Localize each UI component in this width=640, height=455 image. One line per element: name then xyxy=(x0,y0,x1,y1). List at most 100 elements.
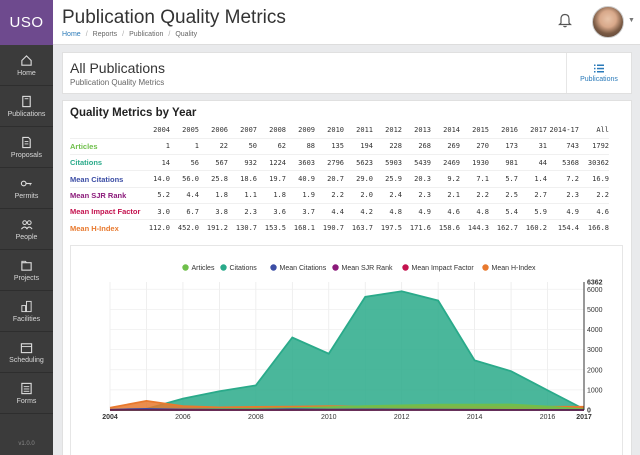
table-cell: 4.8 xyxy=(389,207,402,216)
table-cell: 4.6 xyxy=(447,207,460,216)
table-cell: 40.9 xyxy=(298,175,315,184)
table-cell: 4.4 xyxy=(331,207,344,216)
column-header: 2009 xyxy=(298,125,315,134)
legend-label: Mean Impact Factor xyxy=(412,265,475,272)
legend-label: Articles xyxy=(192,265,215,272)
column-header: 2006 xyxy=(211,125,228,134)
y-tick-label: 2000 xyxy=(587,367,603,374)
sidebar-item-people[interactable]: People xyxy=(0,209,53,250)
y-tick-label: 6000 xyxy=(587,287,603,294)
table-cell: 197.5 xyxy=(380,224,402,233)
sidebar: USO Home Publications Proposals Permits … xyxy=(0,0,53,455)
table-cell: 56 xyxy=(190,158,199,167)
column-header: 2004 xyxy=(153,125,170,134)
series-area xyxy=(110,291,584,410)
breadcrumb-home-link[interactable]: Home xyxy=(62,31,81,38)
table-cell: 5368 xyxy=(562,158,579,167)
table-cell: 158.6 xyxy=(438,224,460,233)
publications-button[interactable]: Publications xyxy=(566,53,631,93)
legend-swatch xyxy=(270,264,277,271)
table-cell: 5.2 xyxy=(157,191,170,200)
table-cell: 7.2 xyxy=(566,175,579,184)
table-cell: 1.8 xyxy=(215,191,228,200)
table-cell: 88 xyxy=(306,142,315,151)
calendar-icon xyxy=(20,342,33,353)
table-cell: 4.9 xyxy=(418,207,431,216)
table-cell: 162.7 xyxy=(496,224,518,233)
table-cell: 2.2 xyxy=(596,191,609,200)
table-cell: 5623 xyxy=(356,158,373,167)
table-cell: 20.7 xyxy=(327,175,344,184)
app-version: v1.0.0 xyxy=(18,441,35,447)
x-tick-label: 2006 xyxy=(175,414,191,421)
table-cell: 567 xyxy=(215,158,228,167)
table-cell: 5.7 xyxy=(505,175,518,184)
column-header: 2005 xyxy=(182,125,199,134)
table-cell: 1.9 xyxy=(302,191,315,200)
sidebar-item-scheduling[interactable]: Scheduling xyxy=(0,332,53,373)
sidebar-item-label: Publications xyxy=(7,110,46,118)
table-cell: 5.9 xyxy=(534,207,547,216)
table-cell: 3.6 xyxy=(273,207,286,216)
table-cell: 4.4 xyxy=(186,191,199,200)
sidebar-item-forms[interactable]: Forms xyxy=(0,373,53,414)
table-cell: 173 xyxy=(505,142,518,151)
list-icon xyxy=(594,64,604,72)
breadcrumb-current: Quality xyxy=(175,31,198,38)
column-header: All xyxy=(596,125,609,134)
table-cell: 5439 xyxy=(414,158,431,167)
table-cell: 153.5 xyxy=(264,224,286,233)
table-cell: 25.8 xyxy=(211,175,228,184)
publications-button-label: Publications xyxy=(580,75,618,83)
sidebar-item-projects[interactable]: Projects xyxy=(0,250,53,291)
column-header: 2011 xyxy=(356,125,373,134)
breadcrumb: Home / Reports / Publication / Quality xyxy=(62,31,198,38)
sidebar-item-facilities[interactable]: Facilities xyxy=(0,291,53,332)
table-cell: 4.2 xyxy=(360,207,373,216)
legend-label: Mean H-Index xyxy=(492,265,536,272)
column-header: 2014-17 xyxy=(549,125,579,134)
table-cell: 2.3 xyxy=(244,207,257,216)
bell-icon[interactable] xyxy=(558,12,572,28)
chart-container: 2004 2006 2008 2010 2012 2014 2016 2017 0 1000 200… xyxy=(70,245,623,455)
legend-label: Mean Citations xyxy=(280,265,327,272)
app-logo[interactable]: USO xyxy=(0,0,53,45)
row-label: Mean H-Index xyxy=(70,223,119,233)
column-header: 2015 xyxy=(472,125,489,134)
sidebar-item-label: Facilities xyxy=(12,315,41,323)
x-tick-label: 2016 xyxy=(540,414,556,421)
sidebar-item-proposals[interactable]: Proposals xyxy=(0,127,53,168)
row-label: Articles xyxy=(70,141,98,151)
sidebar-item-permits[interactable]: Permits xyxy=(0,168,53,209)
column-header: 2013 xyxy=(414,125,431,134)
table-cell: 4.6 xyxy=(596,207,609,216)
chevron-down-icon[interactable]: ▼ xyxy=(628,17,635,24)
table-cell: 270 xyxy=(476,142,489,151)
row-label: Mean Impact Factor xyxy=(70,207,141,217)
table-cell: 269 xyxy=(447,142,460,151)
metrics-card: Quality Metrics by Year 2004 2005 2006 2… xyxy=(62,100,632,455)
sidebar-item-home[interactable]: Home xyxy=(0,45,53,86)
table-cell: 452.0 xyxy=(177,224,199,233)
column-header: 2012 xyxy=(385,125,402,134)
table-cell: 135 xyxy=(331,142,344,151)
row-label: Citations xyxy=(70,158,103,168)
y-tick-label: 3000 xyxy=(587,347,603,354)
table-cell: 2.0 xyxy=(360,191,373,200)
table-cell: 2.2 xyxy=(331,191,344,200)
table-cell: 1.1 xyxy=(244,191,257,200)
table-cell: 191.2 xyxy=(206,224,228,233)
table-cell: 2.2 xyxy=(476,191,489,200)
y-tick-label: 4000 xyxy=(587,327,603,334)
table-cell: 2.1 xyxy=(447,191,460,200)
legend-swatch xyxy=(402,264,409,271)
legend-swatch xyxy=(182,264,189,271)
table-cell: 2.3 xyxy=(566,191,579,200)
avatar[interactable] xyxy=(592,6,624,38)
legend-swatch xyxy=(482,264,489,271)
table-cell: 168.1 xyxy=(293,224,315,233)
breadcrumb-publication-link[interactable]: Publication xyxy=(129,31,163,38)
breadcrumb-reports-link[interactable]: Reports xyxy=(93,31,118,38)
sidebar-item-publications[interactable]: Publications xyxy=(0,86,53,127)
table-cell: 22 xyxy=(219,142,228,151)
